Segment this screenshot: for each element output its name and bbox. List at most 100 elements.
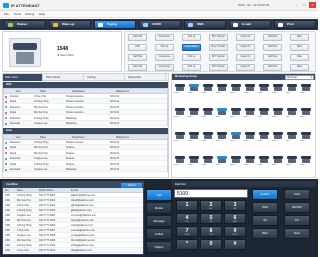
function-button-camp-on[interactable]: Camp On xyxy=(236,54,255,61)
rec-button[interactable]: REC xyxy=(252,228,278,239)
extension-phone[interactable]: 1426 xyxy=(272,132,285,143)
function-button-conference[interactable]: Conference xyxy=(155,54,174,61)
table-row[interactable]: Extension Ji Dong Hong Marketing 00:01:24 xyxy=(4,116,167,121)
tab-wait-hold[interactable]: Wait / Hold xyxy=(3,74,43,81)
dial-key-2[interactable]: 2 ABC xyxy=(200,200,222,211)
extension-phone[interactable]: 1450 xyxy=(188,84,201,95)
table-row[interactable]: Extended Jongsoo Lee Marketing 00:01:24 xyxy=(4,167,167,172)
macro-button[interactable]: MACRO xyxy=(284,202,310,213)
function-button-mute[interactable]: Mute xyxy=(290,44,309,51)
dial-key-3[interactable]: 3 DEF xyxy=(224,200,246,211)
dialout-button[interactable]: Dialout xyxy=(4,20,46,29)
extension-phone[interactable]: 1405 xyxy=(258,84,271,95)
close-button[interactable]: × xyxy=(309,2,316,8)
pg-button[interactable]: PG xyxy=(284,215,310,226)
extension-phone[interactable]: 1415 xyxy=(258,108,271,119)
tab-speed-dial[interactable]: Speed Dial xyxy=(126,74,166,81)
call-mode-button[interactable]: Call xyxy=(146,189,172,201)
dial-number-input[interactable]: 5100 xyxy=(174,189,248,198)
function-button-b-x-transfer[interactable]: B/X Transfer xyxy=(209,34,228,41)
sms-button[interactable]: SMS xyxy=(184,20,226,29)
tab-phone-book[interactable]: Phone Book xyxy=(44,74,84,81)
function-button-mute[interactable]: Mute xyxy=(290,54,309,61)
dial-key-7[interactable]: 7 PQRS xyxy=(176,226,198,237)
extension-phone[interactable]: 1410 xyxy=(188,108,201,119)
extension-phone[interactable]: 1436 xyxy=(272,156,285,167)
function-button-pick-up[interactable]: Pick up xyxy=(182,34,201,41)
function-button-pick-up[interactable]: Pick up xyxy=(182,54,201,61)
table-row[interactable]: Royal Min Soo Choi Finance 00:01:24 xyxy=(4,145,167,151)
mobile-mode-button[interactable]: Mobile xyxy=(146,202,172,214)
extension-phone[interactable]: 1435 xyxy=(258,156,271,167)
function-button-auto-answer[interactable]: Auto Answer xyxy=(182,44,201,51)
minimize-button[interactable]: – xyxy=(293,2,300,8)
search-button[interactable]: Search xyxy=(121,182,142,188)
function-button-pick-up[interactable]: Pick up xyxy=(182,64,201,71)
dial-key-star[interactable]: * xyxy=(176,239,198,250)
extension-phone[interactable]: 1430 xyxy=(188,156,201,167)
paging-button[interactable]: Paging xyxy=(94,20,136,29)
tab-call-log[interactable]: Call log xyxy=(85,74,125,81)
extension-phone[interactable]: 1433 xyxy=(230,156,243,167)
group-select[interactable]: All Group ▾ xyxy=(285,74,314,80)
dial-key-1[interactable]: 1 xyxy=(176,200,198,211)
function-button-mute[interactable]: Mute xyxy=(290,34,309,41)
extension-phone[interactable]: 1409 xyxy=(174,108,187,119)
function-button-call-hold[interactable]: Call Hold xyxy=(128,34,147,41)
extension-phone[interactable]: 1411 xyxy=(202,108,215,119)
function-button-mute[interactable]: Mute xyxy=(290,64,309,71)
extension-phone[interactable]: 1416 xyxy=(272,108,285,119)
function-button-b-x-transfer[interactable]: B/X Transfer xyxy=(209,54,228,61)
extension-phone[interactable]: 1412 xyxy=(216,108,229,119)
answer-button[interactable]: Answer xyxy=(252,189,278,200)
maximize-button[interactable]: □ xyxy=(301,2,308,8)
extension-phone[interactable]: 1432 xyxy=(216,156,229,167)
extension-phone[interactable]: 1424 xyxy=(244,132,257,143)
function-button-camp-on[interactable]: Camp On xyxy=(236,34,255,41)
table-row[interactable]: Royal Ji Dong Hong Finance 00:01:24 xyxy=(4,162,167,167)
table-row[interactable]: Extended Jongsoo Lee Marketing 00:01:24 xyxy=(4,121,167,126)
extension-phone[interactable]: 1414 xyxy=(244,108,257,119)
extension-phone[interactable]: 1406 xyxy=(272,84,285,95)
wake-up-button[interactable]: Wake-up xyxy=(49,20,91,29)
e-mail-button[interactable]: E-mail xyxy=(229,20,271,29)
menu-file[interactable]: File xyxy=(4,12,9,16)
mute-button[interactable]: Mute xyxy=(284,228,310,239)
extension-phone[interactable]: 1548 xyxy=(174,84,187,95)
vol-button[interactable]: Vol xyxy=(252,215,278,226)
e-mail-mode-button[interactable]: E-Mail xyxy=(146,228,172,240)
extension-phone[interactable]: 1423 xyxy=(230,132,243,143)
dial-key-4[interactable]: 4 GHI xyxy=(176,213,198,224)
table-row[interactable]: Extension Min Soo Choi Human resource 00:01… xyxy=(4,105,167,110)
table-row[interactable]: Royal Ji Dong Hong Human resource 00:01:24 xyxy=(4,99,167,105)
function-button-c2d[interactable]: C2D xyxy=(128,44,147,51)
extension-phone[interactable]: 1420 xyxy=(188,132,201,143)
menu-help[interactable]: Help xyxy=(39,12,45,16)
table-row[interactable]: Royal Min Soo Choi Human resource 00:01:24 xyxy=(4,110,167,116)
function-button-conference[interactable]: Conference xyxy=(155,34,174,41)
extension-phone[interactable]: 1407 xyxy=(286,84,299,95)
dnd-button[interactable]: DND xyxy=(252,202,278,213)
extension-phone[interactable]: 1403 xyxy=(230,84,243,95)
menu-setting[interactable]: Setting xyxy=(25,12,34,16)
extension-phone[interactable]: 1427 xyxy=(286,132,299,143)
table-row[interactable]: Internal Ji Hye Choi Human resource 00:01:2… xyxy=(4,94,167,99)
function-button-call-hold[interactable]: Call Hold xyxy=(128,54,147,61)
extension-phone[interactable]: 1413 xyxy=(230,108,243,119)
extension-phone[interactable]: 1438 xyxy=(300,156,313,167)
function-button-busy-transfer[interactable]: Busy Transfer xyxy=(209,44,228,51)
extension-phone[interactable]: 1417 xyxy=(286,108,299,119)
extension-phone[interactable]: 1408 xyxy=(300,84,313,95)
function-button-b-x-transfer[interactable]: B/X Transfer xyxy=(209,64,228,71)
dial-key-5[interactable]: 5 JKL xyxy=(200,213,222,224)
extension-phone[interactable]: 1419 xyxy=(174,132,187,143)
extension-phone[interactable]: 1425 xyxy=(258,132,271,143)
function-button-call-park[interactable]: Call Park xyxy=(263,64,282,71)
table-row[interactable]: 1461 Ji Hye Choi 010-7777-0011 hhiijj@pabxm… xyxy=(3,248,143,253)
table-row[interactable]: Extension Ji Dong Hong Human resource 00:01… xyxy=(4,140,167,145)
function-button-call-hold[interactable]: Call Hold xyxy=(128,64,147,71)
extension-phone[interactable]: 1434 xyxy=(244,156,257,167)
dial-key-0[interactable]: 0 xyxy=(200,239,222,250)
function-button-call-park[interactable]: Call Park xyxy=(263,44,282,51)
function-button-call-park[interactable]: Call Park xyxy=(263,34,282,41)
